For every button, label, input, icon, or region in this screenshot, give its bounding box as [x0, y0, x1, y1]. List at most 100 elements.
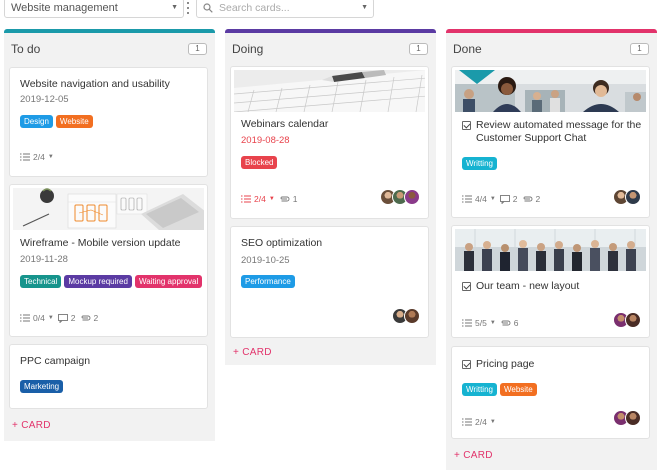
checklist-count: 2/4 [33, 152, 45, 162]
checklist-progress[interactable]: 0/4 ▼ [20, 313, 54, 323]
label-mockup-required: Mockup required [64, 275, 132, 288]
attachment-icon [280, 196, 290, 202]
checklist-icon [20, 153, 30, 161]
add-card-button[interactable]: + CARD [12, 420, 51, 431]
checklist-icon [462, 195, 472, 203]
card[interactable]: PPC campaign Marketing [9, 344, 208, 409]
card[interactable]: Pricing page Writting Website 2/4 ▼ [451, 346, 650, 439]
card[interactable]: Website navigation and usability 2019-12… [9, 67, 208, 177]
attachment-icon [523, 196, 532, 202]
card-title: Wireframe - Mobile version update [20, 237, 181, 249]
search-icon [203, 3, 213, 13]
card-labels: Marketing [20, 380, 64, 393]
column-title: To do [11, 42, 41, 56]
label-website: Website [55, 115, 93, 128]
chevron-down-icon: ▼ [489, 196, 496, 202]
checklist-icon [462, 418, 472, 426]
card[interactable]: Our team - new layout 5/5 ▼ 6 [451, 225, 650, 338]
avatar[interactable] [625, 410, 641, 426]
card-members [613, 312, 641, 328]
avatar[interactable] [625, 312, 641, 328]
column-header: To do 1 [4, 33, 215, 63]
column-count-badge: 1 [188, 43, 207, 55]
comments-count-value: 2 [70, 313, 76, 323]
chevron-down-icon: ▼ [268, 196, 275, 202]
card-meta: 2/4 ▼ [20, 152, 54, 162]
card[interactable]: SEO optimization 2019-10-25 Performance [230, 226, 429, 338]
avatar[interactable] [625, 189, 641, 205]
search-placeholder: Search cards... [219, 2, 290, 14]
checklist-count: 4/4 [475, 194, 487, 204]
checklist-count: 0/4 [33, 313, 45, 323]
card-meta: 0/4 ▼ 2 2 [20, 313, 98, 323]
kebab-icon[interactable] [185, 1, 191, 15]
comments-count[interactable]: 2 [499, 194, 518, 204]
card-due-date: 2019-10-25 [241, 255, 290, 266]
column-title: Doing [232, 42, 264, 56]
checklist-count: 2/4 [254, 194, 266, 204]
chevron-down-icon: ▼ [489, 419, 496, 425]
attachments-count[interactable]: 2 [522, 194, 541, 204]
avatar[interactable] [404, 189, 420, 205]
checkbox-icon [462, 360, 471, 369]
chevron-down-icon: ▼ [361, 4, 368, 11]
wireframe-cover-image [13, 188, 204, 230]
label-performance: Performance [241, 275, 295, 288]
card-members [613, 410, 641, 426]
label-technical: Technical [20, 275, 62, 288]
attachments-count-value: 6 [513, 318, 519, 328]
attachments-count[interactable]: 2 [80, 313, 99, 323]
chevron-down-icon: ▼ [47, 315, 54, 321]
card-members [392, 308, 420, 324]
card-title: SEO optimization [241, 237, 323, 249]
board-select[interactable]: Website management ▼ [4, 0, 184, 18]
comments-count[interactable]: 2 [57, 313, 76, 323]
board-select-value: Website management [11, 2, 118, 14]
add-card-button[interactable]: + CARD [233, 347, 272, 358]
column-header: Doing 1 [225, 33, 436, 63]
column-header: Done 1 [446, 33, 657, 63]
card-meta: 4/4 ▼ 2 2 [462, 194, 540, 204]
column-done: Done 1 Review automated message for the … [446, 29, 657, 470]
column-todo: To do 1 Website navigation and usability… [4, 29, 215, 441]
attachments-count-value: 2 [93, 313, 99, 323]
attachments-count[interactable]: 6 [500, 318, 519, 328]
card-title: Webinars calendar [241, 118, 329, 130]
checklist-progress[interactable]: 2/4 ▼ [20, 152, 54, 162]
card-due-date: 2019-12-05 [20, 94, 69, 105]
chevron-down-icon: ▼ [171, 4, 178, 11]
card-title: Pricing page [476, 358, 535, 370]
toolbar: Website management ▼ Search cards... ▼ [0, 0, 660, 22]
attachments-count[interactable]: 1 [279, 194, 298, 204]
checklist-icon [20, 314, 30, 322]
card-meta: 2/4 ▼ 1 [241, 194, 298, 204]
label-waiting-approval: Waiting approval [134, 275, 203, 288]
checklist-count: 2/4 [475, 417, 487, 427]
avatar[interactable] [404, 308, 420, 324]
label-website: Website [499, 383, 537, 396]
checklist-progress[interactable]: 2/4 ▼ [241, 194, 275, 204]
card[interactable]: Wireframe - Mobile version update 2019-1… [9, 184, 208, 337]
attachments-count-value: 1 [292, 194, 298, 204]
search-cards-input[interactable]: Search cards... ▼ [196, 0, 374, 18]
card-due-date: 2019-08-28 [241, 135, 290, 146]
checklist-progress[interactable]: 4/4 ▼ [462, 194, 496, 204]
card-meta: 5/5 ▼ 6 [462, 318, 519, 328]
card-members [613, 189, 641, 205]
checklist-progress[interactable]: 2/4 ▼ [462, 417, 496, 427]
comment-icon [57, 313, 68, 323]
card[interactable]: Review automated message for the Custome… [451, 66, 650, 218]
card[interactable]: Webinars calendar 2019-08-28 Blocked 2/4… [230, 66, 429, 219]
comments-count-value: 2 [512, 194, 518, 204]
checkbox-icon [462, 282, 471, 291]
checklist-icon [241, 195, 251, 203]
checklist-progress[interactable]: 5/5 ▼ [462, 318, 496, 328]
card-members [380, 189, 420, 205]
attachments-count-value: 2 [535, 194, 541, 204]
support-team-cover-image [455, 70, 646, 112]
attachment-icon [81, 315, 90, 321]
card-labels: Writting Website [462, 383, 537, 396]
calendar-cover-image [234, 70, 425, 112]
label-design: Design [20, 115, 53, 128]
add-card-button[interactable]: + CARD [454, 450, 493, 461]
